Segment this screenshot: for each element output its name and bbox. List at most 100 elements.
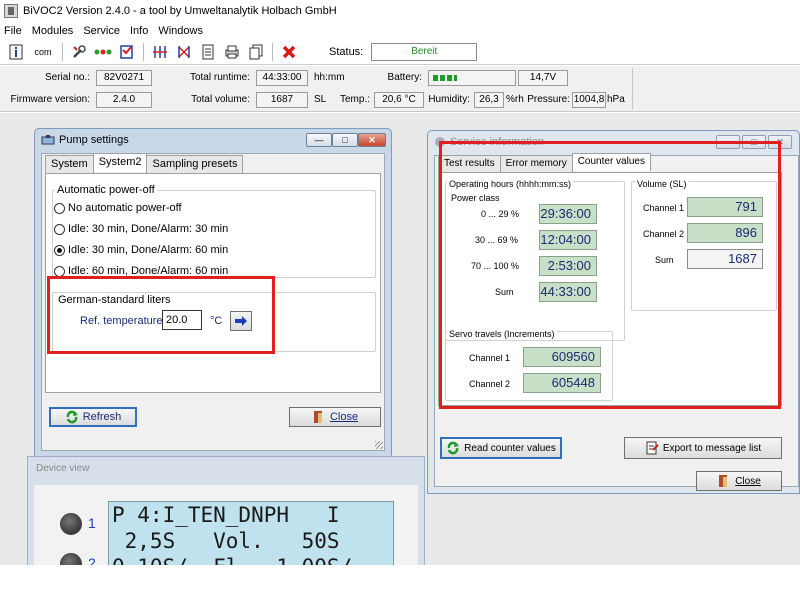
lcd-line-1: P 4:I_TEN_DNPH I: [112, 503, 340, 527]
radio-label: Idle: 60 min, Done/Alarm: 60 min: [68, 265, 229, 277]
wrench-icon[interactable]: [67, 41, 91, 63]
menu-modules[interactable]: Modules: [28, 25, 80, 37]
service-close-button[interactable]: Close: [696, 471, 782, 491]
lcd-display: P 4:I_TEN_DNPH I 2,5S Vol. 50S 0,10S/ Fl.…: [108, 501, 394, 567]
right-arrow-icon: [235, 316, 247, 326]
export-label: Export to message list: [662, 442, 762, 454]
apply-arrow-button[interactable]: [230, 311, 252, 331]
cancel-icon[interactable]: [277, 41, 301, 63]
menu-service[interactable]: Service: [79, 25, 126, 37]
close-window-button[interactable]: ✕: [768, 135, 792, 149]
minimize-button[interactable]: —: [716, 135, 740, 149]
op-row-value: 44:33:00: [539, 282, 597, 302]
knob-1-label: 1: [88, 515, 96, 531]
device-view-titlebar[interactable]: Device view: [28, 457, 424, 481]
poweroff-group-label: Automatic power-off: [55, 184, 157, 196]
com-button[interactable]: com: [28, 41, 58, 63]
radio-circle: [54, 223, 65, 235]
tab-system2[interactable]: System2: [92, 153, 148, 172]
serial-label: Serial no.:: [44, 72, 90, 83]
power-class-label: Power class: [451, 193, 500, 203]
radio-circle: [54, 265, 65, 277]
radio-idle30-done60[interactable]: Idle: 30 min, Done/Alarm: 60 min: [54, 244, 228, 256]
runtime-label: Total runtime:: [189, 72, 250, 83]
temp-label: Temp.:: [339, 94, 370, 105]
radio-circle-selected: [54, 244, 65, 256]
op-hours-label: Operating hours (hhhh:mm:ss): [447, 179, 574, 189]
tab-sampling-presets[interactable]: Sampling presets: [146, 155, 244, 174]
info-icon[interactable]: [4, 41, 28, 63]
volume-label: Total volume:: [191, 94, 250, 105]
radio-label: Idle: 30 min, Done/Alarm: 30 min: [68, 223, 229, 235]
status-label: Status:: [329, 45, 364, 58]
serial-field: 82V0271: [96, 70, 152, 86]
pump-tab-panel: Automatic power-off No automatic power-o…: [45, 173, 381, 393]
service-tabs: Test results Error memory Counter values: [438, 153, 651, 173]
op-row-value: 2:53:00: [539, 256, 597, 276]
toolbar: com Status: Bereit: [0, 39, 800, 65]
read-counter-button[interactable]: Read counter values: [440, 437, 562, 459]
maximize-button[interactable]: □: [332, 133, 358, 147]
maximize-button[interactable]: □: [742, 135, 766, 149]
read-counter-label: Read counter values: [464, 442, 556, 454]
tab-error-memory[interactable]: Error memory: [499, 155, 573, 173]
pressure-unit: hPa: [607, 94, 625, 105]
pump-settings-window: Pump settings — □ ✕ System System2 Sampl…: [34, 128, 392, 458]
edit-checklist-icon[interactable]: [115, 41, 139, 63]
ref-temp-input[interactable]: 20.0: [162, 310, 202, 330]
radio-label: Idle: 30 min, Done/Alarm: 60 min: [68, 244, 229, 256]
app-icon: [4, 4, 18, 18]
firmware-label: Firmware version:: [10, 94, 90, 105]
title-bar: BiVOC2 Version 2.4.0 - a tool by Umwelta…: [0, 0, 800, 22]
radio-idle30-done30[interactable]: Idle: 30 min, Done/Alarm: 30 min: [54, 223, 228, 235]
resize-grip[interactable]: [375, 441, 383, 449]
battery-bar: [428, 70, 516, 86]
volume-field: 1687: [256, 92, 308, 108]
document-icon[interactable]: [196, 41, 220, 63]
pump-close-button[interactable]: Close: [289, 407, 381, 427]
humidity-label: Humidity:: [428, 94, 470, 105]
temp-unit: °C: [404, 94, 416, 105]
ref-temp-label: Ref. temperature: [80, 315, 163, 327]
op-row-label: Sum: [495, 287, 514, 297]
export-button[interactable]: Export to message list: [624, 437, 782, 459]
pressure-label: Pressure:: [527, 94, 570, 105]
cross-sequence-icon[interactable]: [172, 41, 196, 63]
menu-file[interactable]: File: [0, 25, 28, 37]
dots-icon[interactable]: [91, 41, 115, 63]
close-window-button[interactable]: ✕: [358, 133, 386, 147]
temp-value: 20,6: [382, 94, 402, 105]
door-exit-icon: [313, 411, 322, 423]
volume-unit: SL: [314, 94, 327, 105]
service-tab-panel: Operating hours (hhhh:mm:ss) Power class…: [438, 172, 782, 406]
tab-counter-values[interactable]: Counter values: [571, 153, 651, 171]
menu-info[interactable]: Info: [126, 25, 154, 37]
tab-test-results[interactable]: Test results: [438, 155, 501, 173]
radio-idle60-done60[interactable]: Idle: 60 min, Done/Alarm: 60 min: [54, 265, 228, 277]
tab-system[interactable]: System: [45, 155, 94, 174]
refresh-button[interactable]: Refresh: [49, 407, 137, 427]
toolbar-separator: [272, 42, 273, 61]
op-row-label: 70 ... 100 %: [471, 261, 520, 271]
print-icon[interactable]: [220, 41, 244, 63]
menu-windows[interactable]: Windows: [154, 25, 209, 37]
service-info-title: Service information: [450, 136, 545, 148]
op-row-label: 30 ... 69 %: [475, 235, 519, 245]
minimize-button[interactable]: —: [306, 133, 332, 147]
volume-group-label: Volume (SL): [635, 179, 689, 189]
servo-row-label: Channel 1: [469, 353, 511, 363]
radio-circle: [54, 202, 65, 214]
lcd-line-2: 2,5S Vol. 50S: [112, 529, 340, 553]
device-info-panel: Serial no.: 82V0271 Firmware version: 2.…: [0, 66, 800, 112]
humidity-field: 26,3: [474, 92, 504, 108]
refresh-label: Refresh: [82, 411, 122, 423]
servo-row-label: Channel 2: [469, 379, 511, 389]
device-view-title: Device view: [36, 463, 90, 474]
sequence-icon[interactable]: [148, 41, 172, 63]
knob-1[interactable]: [60, 513, 82, 535]
menu-bar: File Modules Service Info Windows: [0, 22, 800, 39]
service-icon: [435, 137, 445, 147]
copy-icon[interactable]: [244, 41, 268, 63]
radio-no-poweroff[interactable]: No automatic power-off: [54, 202, 182, 214]
runtime-unit: hh:mm: [314, 72, 345, 83]
